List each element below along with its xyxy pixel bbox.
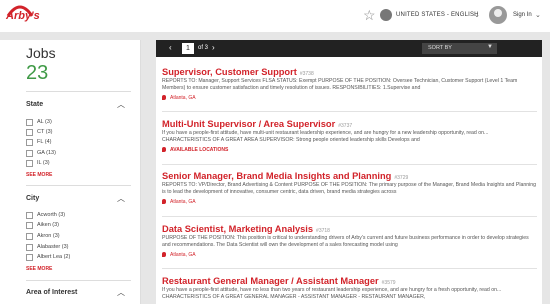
map-pin-icon	[162, 199, 166, 205]
checkbox[interactable]	[26, 150, 33, 157]
divider	[26, 280, 131, 281]
divider	[162, 164, 537, 165]
jobs-count: 23	[26, 62, 49, 84]
location-text: Atlanta, GA	[170, 199, 196, 205]
job-id: #3729	[394, 175, 409, 181]
checkbox[interactable]	[26, 129, 33, 136]
city-option: Alabaster (3)	[37, 244, 69, 250]
chevron-down-icon[interactable]: ▼	[487, 44, 493, 50]
arbys-logo[interactable]: Arby's	[4, 2, 40, 28]
job-title-link[interactable]: Senior Manager, Brand Media Insights and…	[162, 171, 537, 181]
map-pin-icon	[162, 252, 166, 258]
chevron-up-icon[interactable]: ︿	[117, 99, 125, 110]
job-title-link[interactable]: Data Scientist, Marketing Analysis #3718	[162, 224, 537, 234]
job-listing: Supervisor, Customer Support #3738 REPORT…	[162, 67, 537, 101]
checkbox[interactable]	[26, 222, 33, 229]
divider	[162, 216, 537, 217]
chevron-down-icon[interactable]: ⌄	[535, 11, 541, 19]
job-description: REPORTS TO: VP/Director, Brand Advertisi…	[162, 182, 537, 195]
job-title-link[interactable]: Multi-Unit Supervisor / Area Supervisor #…	[162, 119, 537, 129]
job-listing: Data Scientist, Marketing Analysis #3718 …	[162, 224, 537, 258]
state-filter-heading[interactable]: State	[26, 101, 43, 108]
checkbox[interactable]	[26, 119, 33, 126]
job-title-link[interactable]: Restaurant General Manager / Assistant M…	[162, 276, 537, 286]
city-see-more-link[interactable]: SEE MORE	[26, 266, 52, 272]
job-listing: Restaurant General Manager / Assistant M…	[162, 276, 537, 301]
next-page-icon[interactable]: ›	[212, 43, 215, 52]
star-icon[interactable]: ☆	[363, 7, 376, 24]
checkbox[interactable]	[26, 160, 33, 167]
chevron-down-icon[interactable]: ⌄	[474, 11, 480, 19]
divider	[26, 91, 131, 92]
user-avatar-icon[interactable]	[489, 6, 507, 24]
checkbox[interactable]	[26, 212, 33, 219]
job-title[interactable]: Multi-Unit Supervisor / Area Supervisor	[162, 119, 335, 129]
job-location: Atlanta, GA	[162, 95, 537, 101]
city-option: Acworth (3)	[37, 212, 66, 218]
chevron-up-icon[interactable]: ︿	[117, 193, 125, 204]
page-total: of 3	[198, 45, 209, 51]
job-listing: Multi-Unit Supervisor / Area Supervisor #…	[162, 119, 537, 153]
jobs-heading: Jobs	[26, 45, 56, 61]
map-pin-icon	[162, 95, 166, 101]
state-option: FL (4)	[37, 139, 52, 145]
location-text[interactable]: AVAILABLE LOCATIONS	[170, 147, 228, 153]
globe-icon[interactable]	[380, 9, 392, 21]
job-id: #3579	[381, 280, 396, 286]
prev-page-icon[interactable]: ‹	[169, 43, 172, 52]
divider	[162, 268, 537, 269]
job-id: #3738	[299, 71, 314, 77]
top-header: Arby's ☆ UNITED STATES - ENGLISH ⌄ Sign …	[0, 0, 550, 32]
job-description: If you have a people-first attitude, hav…	[162, 130, 489, 143]
divider	[26, 185, 131, 186]
job-description: PURPOSE OF THE POSITION: This position i…	[162, 235, 529, 248]
divider	[162, 111, 537, 112]
job-title[interactable]: Senior Manager, Brand Media Insights and…	[162, 171, 391, 181]
map-pin-icon	[162, 147, 166, 153]
city-option: Albert Lea (2)	[37, 254, 71, 260]
job-location: Atlanta, GA	[162, 199, 537, 205]
city-filter-heading[interactable]: City	[26, 195, 39, 202]
city-option: Akron (3)	[37, 233, 60, 239]
checkbox[interactable]	[26, 233, 33, 240]
signin-link[interactable]: Sign In	[513, 12, 532, 18]
city-option: Aiken (3)	[37, 222, 60, 228]
location-text: Atlanta, GA	[170, 252, 196, 258]
filter-sidebar: Jobs 23 State ︿ AL (3) CT (3) FL (4) GA …	[0, 40, 141, 304]
job-title-link[interactable]: Supervisor, Customer Support #3738	[162, 67, 537, 77]
job-title[interactable]: Restaurant General Manager / Assistant M…	[162, 276, 379, 286]
language-selector[interactable]: UNITED STATES - ENGLISH	[396, 12, 479, 18]
job-id: #3737	[338, 123, 353, 129]
job-title[interactable]: Data Scientist, Marketing Analysis	[162, 224, 313, 234]
state-option: GA (13)	[37, 150, 56, 156]
chevron-up-icon[interactable]: ︿	[117, 287, 125, 298]
job-title[interactable]: Supervisor, Customer Support	[162, 67, 297, 77]
state-option: AL (3)	[37, 119, 52, 125]
page-number-input[interactable]: 1	[182, 43, 194, 54]
job-id: #3718	[316, 228, 330, 234]
checkbox[interactable]	[26, 139, 33, 146]
state-option: CT (3)	[37, 129, 53, 135]
job-description: If you have a people-first attitude, hav…	[162, 287, 502, 300]
area-filter-heading[interactable]: Area of Interest	[26, 289, 77, 296]
location-text: Atlanta, GA	[170, 95, 196, 101]
available-locations-link[interactable]: AVAILABLE LOCATIONS	[162, 147, 537, 153]
job-results: ‹ 1 of 3 › SORT BY ▼ Supervisor, Custome…	[156, 40, 542, 304]
state-option: IL (3)	[37, 160, 50, 166]
pagination-bar: ‹ 1 of 3 › SORT BY ▼	[156, 40, 542, 57]
checkbox[interactable]	[26, 244, 33, 251]
logo-text: Arby's	[6, 10, 40, 22]
state-see-more-link[interactable]: SEE MORE	[26, 172, 52, 178]
checkbox[interactable]	[26, 254, 33, 261]
job-listing: Senior Manager, Brand Media Insights and…	[162, 171, 537, 205]
job-location: Atlanta, GA	[162, 252, 537, 258]
sort-by-select[interactable]: SORT BY	[422, 43, 497, 54]
job-description: REPORTS TO: Manager, Support Services FL…	[162, 78, 518, 91]
